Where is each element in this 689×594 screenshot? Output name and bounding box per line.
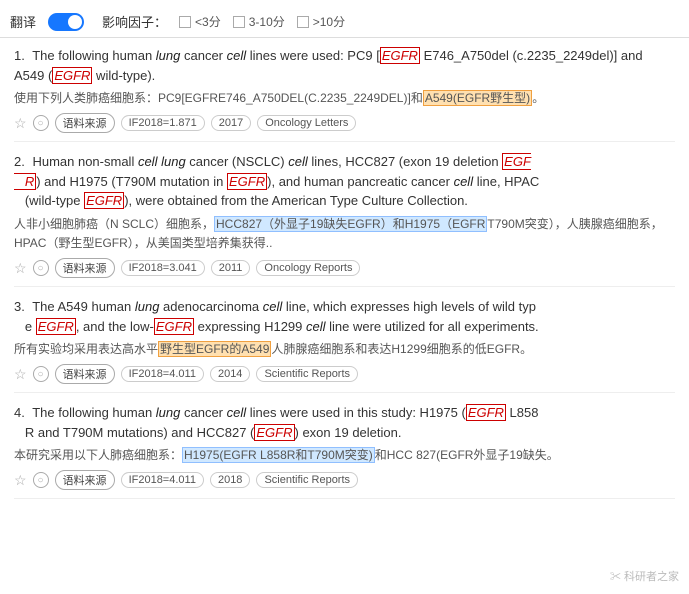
result-4-circle[interactable]: ○ [33, 472, 49, 488]
result-3-source-tag[interactable]: 语料来源 [55, 364, 115, 384]
result-4-english: 4. The following human lung cancer cell … [14, 403, 675, 442]
watermark: ✂ 科研者之家 [610, 568, 679, 584]
result-2-highlight1: HCC827（外显子19缺失EGFR）和H1975（EGFR [214, 216, 487, 232]
result-1-source-tag[interactable]: 语料来源 [55, 113, 115, 133]
result-1-highlight: A549(EGFR野生型) [423, 90, 532, 106]
filter-lt3-label: <3分 [195, 13, 221, 30]
result-4-source-tag[interactable]: 语料来源 [55, 470, 115, 490]
result-2-number: 2. [14, 154, 25, 169]
result-4-chinese: 本研究采用以下人肺癌细胞系：H1975(EGFR L858R和T790M突变)和… [14, 446, 675, 465]
result-2-star[interactable]: ☆ [14, 260, 27, 277]
result-3-journal-tag[interactable]: Scientific Reports [256, 366, 358, 382]
result-3-if-tag[interactable]: IF2018=4.011 [121, 366, 204, 382]
result-3-star[interactable]: ☆ [14, 366, 27, 383]
filter-3to10-label: 3-10分 [249, 13, 285, 30]
result-4-if-tag[interactable]: IF2018=4.011 [121, 472, 204, 488]
result-1-if-tag[interactable]: IF2018=1.871 [121, 115, 205, 131]
result-2-meta: ☆ ○ 语料来源 IF2018=3.041 2011 Oncology Repo… [14, 258, 675, 278]
result-1-year-tag[interactable]: 2017 [211, 115, 251, 131]
result-3: 3. The A549 human lung adenocarcinoma ce… [14, 297, 675, 393]
result-2-english: 2. Human non-small cell lung cancer (NSC… [14, 152, 675, 211]
result-4-highlight: H1975(EGFR L858R和T790M突变) [182, 447, 375, 463]
result-3-highlight: 野生型EGFR的A549 [158, 341, 271, 357]
result-2-if-tag[interactable]: IF2018=3.041 [121, 260, 205, 276]
result-2-circle[interactable]: ○ [33, 260, 49, 276]
result-4-number: 4. [14, 405, 25, 420]
filter-gt10[interactable]: >10分 [297, 13, 345, 30]
result-2: 2. Human non-small cell lung cancer (NSC… [14, 152, 675, 287]
result-1-chinese: 使用下列人类肺癌细胞系：PC9[EGFRE746_A750DEL(C.2235_… [14, 89, 675, 108]
result-1-number: 1. [14, 48, 25, 63]
result-4-star[interactable]: ☆ [14, 472, 27, 489]
result-4-year-tag[interactable]: 2018 [210, 472, 250, 488]
result-4: 4. The following human lung cancer cell … [14, 403, 675, 499]
result-3-chinese: 所有实验均采用表达高水平野生型EGFR的A549人肺腺癌细胞系和表达H1299细… [14, 340, 675, 359]
translate-label: 翻译 [10, 12, 36, 31]
result-1-meta: ☆ ○ 语料来源 IF2018=1.871 2017 Oncology Lett… [14, 113, 675, 133]
filter-3to10-checkbox[interactable] [233, 16, 245, 28]
filter-3to10[interactable]: 3-10分 [233, 13, 285, 30]
result-1-star[interactable]: ☆ [14, 115, 27, 132]
result-3-year-tag[interactable]: 2014 [210, 366, 250, 382]
result-3-english: 3. The A549 human lung adenocarcinoma ce… [14, 297, 675, 336]
top-bar: 翻译 影响因子： <3分 3-10分 >10分 [0, 8, 689, 38]
results-container: 1. The following human lung cancer cell … [0, 38, 689, 517]
result-1-journal-tag[interactable]: Oncology Letters [257, 115, 356, 131]
result-4-meta: ☆ ○ 语料来源 IF2018=4.011 2018 Scientific Re… [14, 470, 675, 490]
result-2-chinese: 人非小细胞肺癌（N SCLC）细胞系，HCC827（外显子19缺失EGFR）和H… [14, 215, 675, 253]
filter-lt3-checkbox[interactable] [179, 16, 191, 28]
result-1-english: 1. The following human lung cancer cell … [14, 46, 675, 85]
filter-lt3[interactable]: <3分 [179, 13, 221, 30]
result-1: 1. The following human lung cancer cell … [14, 46, 675, 142]
result-3-meta: ☆ ○ 语料来源 IF2018=4.011 2014 Scientific Re… [14, 364, 675, 384]
result-2-journal-tag[interactable]: Oncology Reports [256, 260, 360, 276]
filter-gt10-checkbox[interactable] [297, 16, 309, 28]
result-1-circle[interactable]: ○ [33, 115, 49, 131]
result-2-year-tag[interactable]: 2011 [211, 260, 251, 276]
filter-label: 影响因子： [102, 12, 167, 31]
result-3-circle[interactable]: ○ [33, 366, 49, 382]
translate-toggle[interactable] [48, 13, 84, 31]
filter-gt10-label: >10分 [313, 13, 345, 30]
result-3-number: 3. [14, 299, 25, 314]
result-4-journal-tag[interactable]: Scientific Reports [256, 472, 358, 488]
result-2-source-tag[interactable]: 语料来源 [55, 258, 115, 278]
